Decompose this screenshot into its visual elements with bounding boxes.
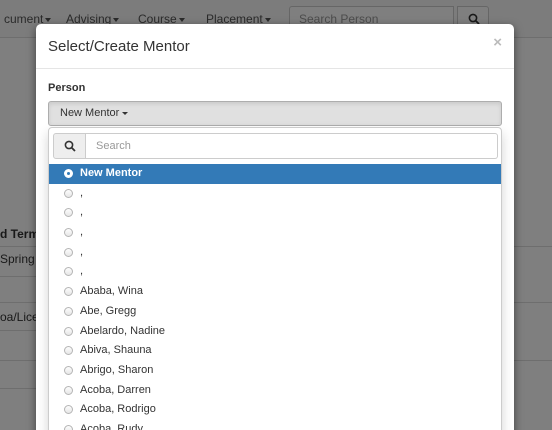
person-option-label: Abe, Gregg <box>80 304 137 317</box>
person-option-label: New Mentor <box>80 167 143 179</box>
radio-unchecked-icon <box>64 247 73 257</box>
person-option-label: , <box>80 226 84 239</box>
radio-unchecked-icon <box>64 346 73 356</box>
person-option[interactable]: New Mentor <box>49 164 501 184</box>
close-icon[interactable]: × <box>493 34 502 51</box>
person-option-label: Acoba, Rudy <box>80 422 143 430</box>
radio-unchecked-icon <box>64 267 73 277</box>
dropdown-search-group <box>53 133 498 159</box>
person-dropdown-toggle[interactable]: New Mentor <box>48 101 502 126</box>
modal-title: Select/Create Mentor <box>48 38 190 55</box>
radio-unchecked-icon <box>64 287 73 297</box>
person-field-label: Person <box>48 82 86 94</box>
person-option[interactable]: , <box>49 223 501 243</box>
person-option-label: Abiva, Shauna <box>80 344 152 357</box>
person-option[interactable]: , <box>49 262 501 282</box>
caret-down-icon <box>122 111 129 115</box>
radio-unchecked-icon <box>64 326 73 336</box>
radio-unchecked-icon <box>64 306 73 316</box>
radio-checked-icon <box>64 169 73 178</box>
person-option-label: Acoba, Darren <box>80 383 151 396</box>
person-option[interactable]: Abe, Gregg <box>49 302 501 322</box>
modal-header: Select/Create Mentor × <box>36 24 514 69</box>
radio-unchecked-icon <box>64 188 73 198</box>
person-option[interactable]: , <box>49 243 501 263</box>
person-dropdown-menu: New Mentor,,,,, Ababa, Wina Abe, Gregg Abel… <box>48 127 502 430</box>
person-option-label: Abrigo, Sharon <box>80 363 154 376</box>
radio-unchecked-icon <box>64 365 73 375</box>
person-option[interactable]: , <box>49 203 501 223</box>
person-option[interactable]: Abrigo, Sharon <box>49 361 501 381</box>
person-option-label: , <box>80 186 84 199</box>
person-option-label: , <box>80 265 84 278</box>
person-option[interactable]: Acoba, Rudy <box>49 420 501 430</box>
radio-unchecked-icon <box>64 208 73 218</box>
radio-unchecked-icon <box>64 228 73 238</box>
person-option-label: Abelardo, Nadine <box>80 324 166 337</box>
search-addon <box>53 133 86 159</box>
person-dropdown-value: New Mentor <box>60 107 120 119</box>
radio-unchecked-icon <box>64 385 73 395</box>
person-option[interactable]: Abelardo, Nadine <box>49 322 501 342</box>
person-option-label: , <box>80 245 84 258</box>
person-option[interactable]: Abiva, Shauna <box>49 341 501 361</box>
options-list: New Mentor,,,,, Ababa, Wina Abe, Gregg Abel… <box>49 164 501 430</box>
search-icon <box>64 140 76 152</box>
person-option[interactable]: Ababa, Wina <box>49 282 501 302</box>
person-option-label: , <box>80 206 84 219</box>
person-option-label: Acoba, Rodrigo <box>80 403 156 416</box>
dropdown-search-input[interactable] <box>86 133 498 159</box>
person-option[interactable]: Acoba, Rodrigo <box>49 400 501 420</box>
person-option[interactable]: , <box>49 184 501 204</box>
select-mentor-modal: Select/Create Mentor × Person New Mentor… <box>36 24 514 430</box>
radio-unchecked-icon <box>64 405 73 415</box>
radio-unchecked-icon <box>64 424 73 430</box>
person-option[interactable]: Acoba, Darren <box>49 381 501 401</box>
person-option-label: Ababa, Wina <box>80 285 143 298</box>
